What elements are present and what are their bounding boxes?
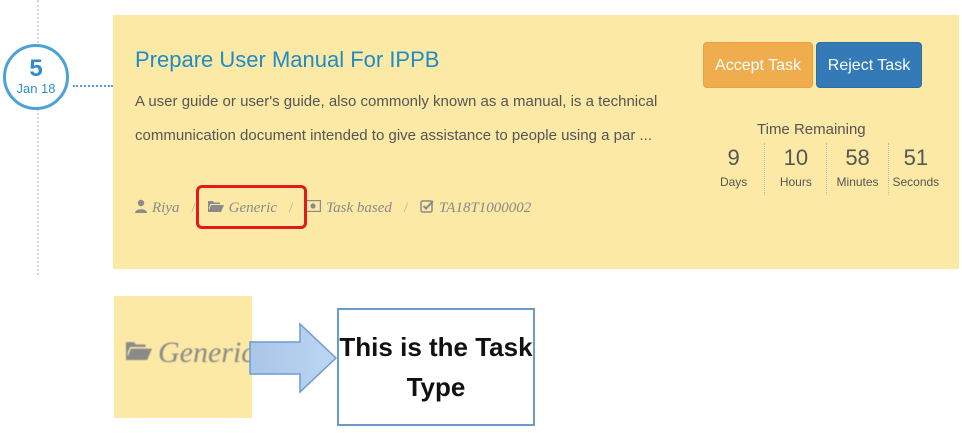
- accept-task-button[interactable]: Accept Task: [703, 42, 813, 88]
- task-card: Prepare User Manual For IPPB A user guid…: [113, 15, 959, 269]
- folder-open-icon: [126, 336, 152, 370]
- reject-task-button[interactable]: Reject Task: [816, 42, 922, 88]
- timer-value: 10: [783, 145, 809, 170]
- timer-label: Seconds: [892, 175, 940, 189]
- arrow-right-icon: [249, 322, 338, 394]
- timer-label: Hours: [779, 175, 812, 189]
- task-description: A user guide or user's guide, also commo…: [135, 93, 658, 144]
- timer-label: Minutes: [836, 175, 879, 189]
- date-badge: 5 Jan 18: [3, 44, 69, 110]
- money-icon: [304, 199, 322, 217]
- task-assignee[interactable]: Riya: [152, 200, 180, 217]
- timer-minutes: 58 Minutes: [826, 143, 887, 195]
- timer-value: 58: [845, 145, 870, 170]
- task-meta: Riya / Generic / Task based / TA18T10000…: [135, 199, 531, 218]
- user-icon: [135, 199, 147, 218]
- callout-text: This is the Task Type: [339, 332, 533, 402]
- timer-label: Days: [719, 175, 748, 189]
- meta-separator: /: [403, 200, 409, 216]
- check-square-icon: [420, 199, 434, 218]
- callout-box: This is the Task Type: [337, 308, 535, 426]
- timer-hours: 10 Hours: [764, 143, 826, 195]
- countdown-timer: 9 Days 10 Hours 58 Minutes 51 Seconds: [703, 143, 943, 195]
- task-type-zoom: Generic: [114, 296, 255, 418]
- timeline-line: [37, 0, 39, 275]
- zoom-label-text: Generic: [158, 336, 255, 369]
- time-remaining-title: Time Remaining: [757, 121, 866, 138]
- timer-days: 9 Days: [703, 143, 764, 195]
- task-id[interactable]: TA18T1000002: [439, 200, 531, 217]
- task-title[interactable]: Prepare User Manual For IPPB: [135, 47, 439, 73]
- task-category[interactable]: Task based: [326, 200, 392, 217]
- timer-seconds: 51 Seconds: [887, 143, 943, 195]
- timer-value: 51: [903, 145, 929, 170]
- task-type-highlight: [196, 185, 307, 229]
- date-month: Jan 18: [16, 81, 56, 96]
- timer-value: 9: [727, 145, 740, 170]
- zoom-label: Generic: [126, 336, 255, 370]
- timeline-connector: [73, 85, 113, 87]
- date-day: 5: [29, 55, 43, 82]
